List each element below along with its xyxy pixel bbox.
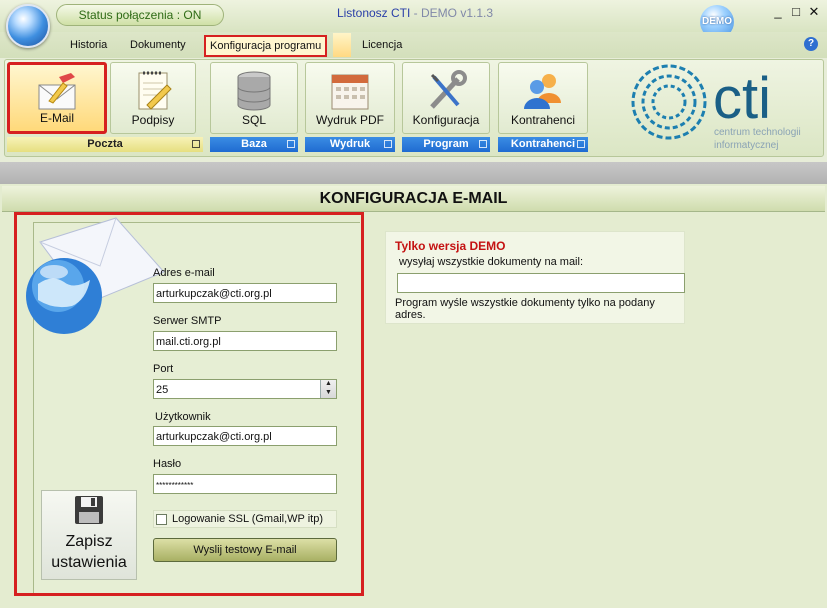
tab-historia[interactable]: Historia — [66, 37, 111, 55]
cti-subtitle: centrum technologii informatycznej — [714, 126, 824, 152]
ribbon-wydruk-pdf-label: Wydruk PDF — [316, 113, 384, 127]
group-kontrahenci: Kontrahenci — [498, 137, 588, 152]
group-program-label: Program — [423, 138, 469, 150]
group-launcher-icon[interactable] — [479, 140, 487, 148]
demo-note: Program wyśle wszystkie dokumenty tylko … — [395, 297, 655, 321]
app-version: - DEMO v1.1.3 — [410, 6, 494, 20]
window-title: Listonosz CTI - DEMO v1.1.3 — [300, 6, 530, 20]
connection-status-badge: Status połączenia : ON — [56, 4, 224, 26]
demo-email-field[interactable] — [397, 273, 685, 293]
group-wydruk-label: Wydruk — [329, 138, 371, 150]
group-launcher-icon[interactable] — [287, 140, 295, 148]
group-launcher-icon[interactable] — [384, 140, 392, 148]
group-poczta-label: Poczta — [87, 138, 123, 150]
calendar-pdf-icon — [331, 74, 369, 110]
maximize-button[interactable]: □ — [788, 4, 804, 20]
group-wydruk: Wydruk — [305, 137, 395, 152]
group-launcher-icon[interactable] — [577, 140, 585, 148]
close-button[interactable]: ✕ — [806, 4, 822, 20]
ribbon-email-button[interactable]: E-Mail — [7, 62, 107, 134]
tab-dokumenty[interactable]: Dokumenty — [126, 37, 190, 55]
demo-info-box: Tylko wersja DEMO wysyłaj wszystkie doku… — [385, 231, 685, 324]
wrench-screwdriver-icon — [430, 70, 467, 109]
signature-icon — [138, 71, 172, 110]
active-tab-highlight — [333, 33, 351, 57]
cti-wordmark: cti — [713, 66, 771, 131]
ribbon-email-label: E-Mail — [39, 111, 74, 125]
ribbon-konfiguracja-label: Konfiguracja — [412, 113, 480, 127]
section-title: KONFIGURACJA E-MAIL — [2, 186, 825, 212]
app-menu-orb-icon[interactable] — [6, 4, 50, 48]
cti-subtitle-line2: informatycznej — [714, 140, 779, 151]
group-baza: Baza — [210, 137, 298, 152]
minimize-button[interactable]: _ — [770, 4, 786, 20]
demo-title: Tylko wersja DEMO — [395, 239, 506, 253]
ribbon-konfiguracja-button[interactable]: Konfiguracja — [402, 62, 490, 134]
group-poczta: Poczta — [7, 137, 203, 152]
separator-strip — [0, 162, 827, 184]
app-title: Listonosz CTI — [336, 6, 411, 20]
ribbon-kontrahenci-label: Kontrahenci — [510, 113, 576, 127]
users-icon — [524, 74, 561, 109]
tab-konfiguracja-programu[interactable]: Konfiguracja programu — [204, 35, 328, 57]
group-launcher-icon[interactable] — [192, 140, 200, 148]
cti-subtitle-line1: centrum technologii — [714, 127, 801, 138]
demo-subtitle: wysyłaj wszystkie dokumenty na mail: — [399, 256, 584, 268]
email-icon — [38, 73, 76, 110]
tab-licencja[interactable]: Licencja — [358, 37, 406, 55]
menu-bar — [0, 32, 827, 58]
group-kontrahenci-label: Kontrahenci — [510, 138, 576, 150]
ribbon-sql-label: SQL — [241, 113, 266, 127]
group-program: Program — [402, 137, 490, 152]
ribbon-podpisy-label: Podpisy — [131, 113, 175, 127]
group-baza-label: Baza — [241, 138, 267, 150]
database-icon — [237, 71, 271, 111]
ribbon-wydruk-pdf-button[interactable]: Wydruk PDF — [305, 62, 395, 134]
ribbon-podpisy-button[interactable]: Podpisy — [110, 62, 196, 134]
highlight-frame — [14, 212, 364, 596]
ribbon-kontrahenci-button[interactable]: Kontrahenci — [498, 62, 588, 134]
help-icon[interactable]: ? — [804, 37, 818, 51]
ribbon-sql-button[interactable]: SQL — [210, 62, 298, 134]
